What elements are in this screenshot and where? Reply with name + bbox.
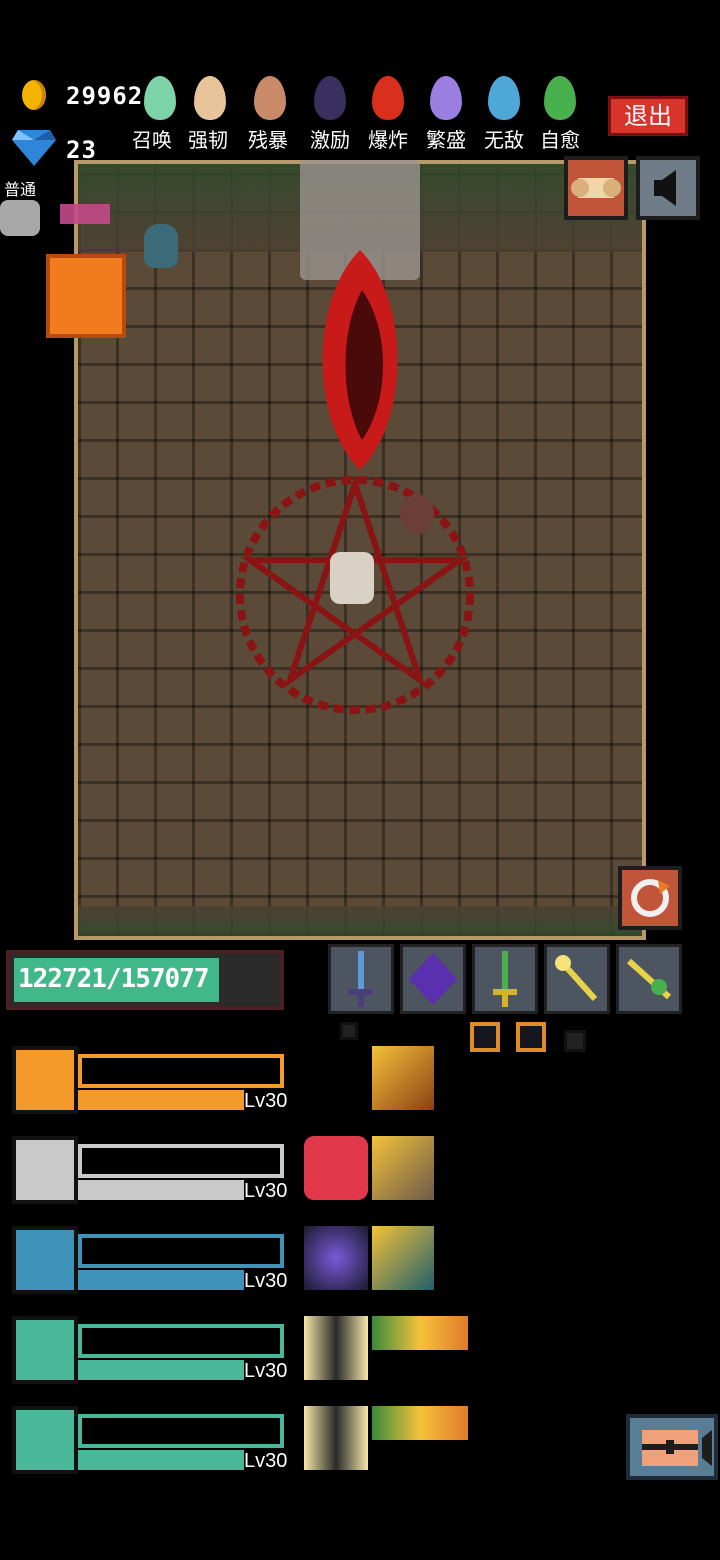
scroll-icon [571, 178, 621, 198]
monster-enemy[interactable] [400, 494, 434, 534]
buff-label: 残暴 [248, 128, 288, 152]
dungeon-bottom-wall [78, 906, 642, 936]
beige-egg-icon [194, 76, 226, 120]
coin-icon [22, 80, 46, 110]
vortex-icon [304, 1226, 368, 1290]
chest-button[interactable] [626, 1414, 718, 1480]
red-egg-icon [372, 76, 404, 120]
slot-indicator [516, 1022, 546, 1052]
hero-bar [78, 1144, 284, 1178]
golden-scepter-icon [626, 958, 672, 1000]
buff-label: 自愈 [540, 128, 580, 152]
hero-level: Lv30 [244, 1360, 288, 1382]
weapon-slot-staff[interactable] [544, 944, 610, 1014]
heart-icon [304, 1136, 368, 1200]
slot-dot [564, 1030, 586, 1052]
green-egg-icon [144, 76, 176, 120]
green-egg-icon [544, 76, 576, 120]
hero-bar-under [78, 1270, 244, 1290]
skeleton-enemy[interactable] [330, 552, 374, 604]
treasure-chest-icon [642, 1430, 712, 1466]
hero-bar-under [78, 1090, 244, 1110]
hero-bar [78, 1054, 284, 1088]
scroll-button[interactable] [564, 156, 628, 220]
swap-icon [631, 879, 670, 917]
buff-item-flourish[interactable]: 繁盛 [424, 76, 480, 152]
buff-item-heal[interactable]: 自愈 [538, 76, 594, 152]
diamond-icon [12, 130, 56, 166]
weapon-slot-green-sword[interactable] [472, 944, 538, 1014]
crossed-staff-icon [12, 1406, 78, 1474]
speaker-icon [654, 170, 676, 206]
hero-bar [78, 1414, 284, 1448]
flame-effect-icon [372, 1316, 468, 1350]
hero-row[interactable]: Lv30 [12, 1046, 292, 1122]
hero-character[interactable] [0, 200, 40, 236]
hp-text: 122721/157077 [18, 964, 209, 994]
buff-label: 无敌 [484, 128, 524, 152]
buff-bar: 召唤 强韧 残暴 激励 爆炸 繁盛 无敌 自愈 [132, 76, 594, 152]
difficulty-label: 普通 [4, 180, 37, 199]
blue-egg-icon [488, 76, 520, 120]
hero-bar-under [78, 1180, 244, 1200]
swap-button[interactable] [618, 866, 682, 930]
buff-item-tough[interactable]: 强韧 [188, 76, 244, 152]
slot-dot [340, 1022, 358, 1040]
magic-wand [60, 204, 110, 224]
hero-row[interactable]: Lv30 [12, 1406, 292, 1482]
hp-bar: 122721/157077 [6, 950, 284, 1010]
buff-label: 爆炸 [368, 128, 408, 152]
hero-bar [78, 1324, 284, 1358]
buff-label: 繁盛 [426, 128, 466, 152]
buff-label: 强韧 [188, 128, 228, 152]
weapon-slot-scepter[interactable] [616, 944, 682, 1014]
hero-row[interactable]: Lv30 [12, 1316, 292, 1392]
buff-item-invincible[interactable]: 无敌 [482, 76, 538, 152]
buff-item-brutal[interactable]: 残暴 [248, 76, 304, 152]
flame-effect-icon [372, 1226, 434, 1290]
blue-sword-icon [349, 951, 373, 1007]
potion-jar [144, 224, 178, 268]
crossed-staff-icon [12, 1316, 78, 1384]
flame-effect-icon [372, 1136, 434, 1200]
hero-bar-under [78, 1360, 244, 1380]
dark-egg-icon [314, 76, 346, 120]
lightning-icon [304, 1316, 368, 1380]
hero-row[interactable]: Lv30 [12, 1226, 292, 1302]
hero-row[interactable]: Lv30 [12, 1136, 292, 1212]
sound-button[interactable] [636, 156, 700, 220]
buff-item-inspire[interactable]: 激励 [308, 76, 364, 152]
buff-label: 激励 [310, 128, 350, 152]
purple-egg-icon [430, 76, 462, 120]
purple-crystal-icon [409, 953, 457, 1005]
armor-icon [12, 1136, 78, 1204]
slot-indicator [470, 1022, 500, 1052]
red-portal [322, 250, 398, 470]
hero-bar-under [78, 1450, 244, 1470]
hero-level: Lv30 [244, 1450, 288, 1472]
buff-item-explode[interactable]: 爆炸 [366, 76, 422, 152]
green-sword-icon [493, 951, 517, 1007]
brown-egg-icon [254, 76, 286, 120]
golden-staff-icon [555, 955, 598, 1002]
lightning-icon [304, 1406, 368, 1470]
hero-level: Lv30 [244, 1270, 288, 1292]
flame-effect-icon [372, 1046, 434, 1110]
sword-icon [12, 1226, 78, 1294]
crossed-swords-icon [12, 1046, 78, 1114]
hero-level: Lv30 [244, 1090, 288, 1112]
exit-button[interactable]: 退出 [608, 96, 688, 136]
buff-label: 召唤 [132, 128, 172, 152]
hero-bar [78, 1234, 284, 1268]
weapon-slot-sword[interactable] [328, 944, 394, 1014]
weapon-slot-crystal[interactable] [400, 944, 466, 1014]
flame-effect-icon [372, 1406, 468, 1440]
item-slot[interactable] [46, 254, 126, 338]
hero-level: Lv30 [244, 1180, 288, 1202]
